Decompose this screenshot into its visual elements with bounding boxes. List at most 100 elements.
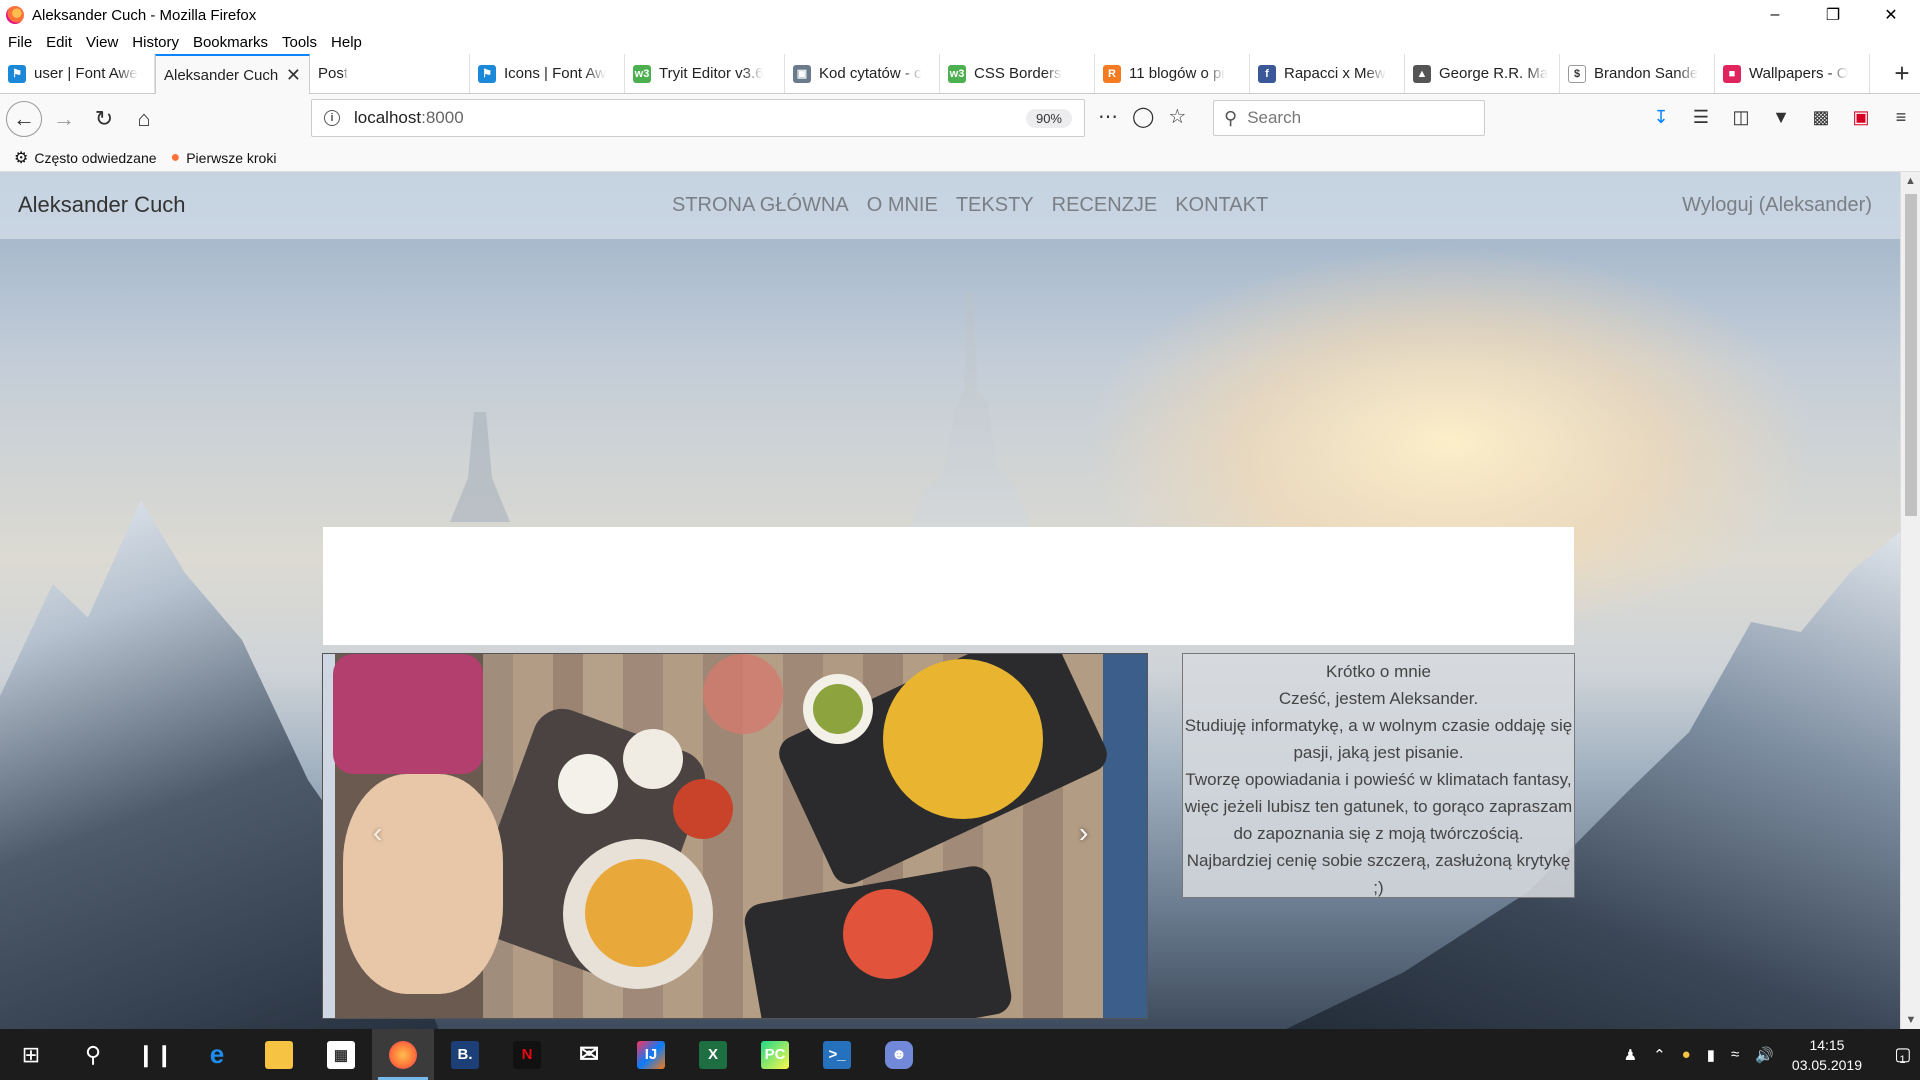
- tab[interactable]: $ Brandon Sande: [1560, 54, 1715, 93]
- search-taskbar-icon[interactable]: ⚲: [62, 1029, 124, 1080]
- intellij-icon[interactable]: IJ: [620, 1029, 682, 1080]
- image-carousel[interactable]: ‹ ›: [322, 653, 1148, 1019]
- people-icon[interactable]: ♟: [1624, 1046, 1637, 1064]
- nav-link-about[interactable]: O MNIE: [867, 194, 938, 217]
- bookmark-getting-started[interactable]: ● Pierwsze kroki: [171, 149, 277, 167]
- sidebar-icon[interactable]: ◫: [1728, 104, 1754, 130]
- library-icon[interactable]: ☰: [1688, 104, 1714, 130]
- mail-icon[interactable]: ✉: [558, 1029, 620, 1080]
- zoom-indicator[interactable]: 90%: [1025, 109, 1072, 128]
- scroll-up-icon[interactable]: ▲: [1901, 172, 1920, 190]
- page-icon: ▣: [793, 64, 811, 83]
- tab-label: Wallpapers - O: [1749, 65, 1849, 82]
- minimize-button[interactable]: –: [1746, 0, 1804, 30]
- tab[interactable]: ▲ George R.R. Ma: [1405, 54, 1560, 93]
- forward-button[interactable]: →: [46, 101, 82, 137]
- tab-active[interactable]: Aleksander Cuch ✕: [155, 54, 310, 94]
- menu-help[interactable]: Help: [331, 34, 362, 51]
- carousel-prev-icon[interactable]: ‹: [373, 817, 382, 849]
- scrollbar-thumb[interactable]: [1905, 194, 1917, 516]
- page-actions-icon[interactable]: ⋯: [1098, 104, 1118, 129]
- powershell-icon[interactable]: >_: [806, 1029, 868, 1080]
- scroll-down-icon[interactable]: ▼: [1901, 1011, 1920, 1029]
- booking-icon[interactable]: B.: [434, 1029, 496, 1080]
- pycharm-icon[interactable]: PC: [744, 1029, 806, 1080]
- reload-button[interactable]: ↻: [86, 101, 122, 137]
- page-scrollbar[interactable]: ▲ ▼: [1900, 172, 1920, 1029]
- menu-file[interactable]: File: [8, 34, 32, 51]
- nav-link-reviews[interactable]: RECENZJE: [1052, 194, 1158, 217]
- new-tab-button[interactable]: +: [1884, 54, 1920, 93]
- bookmark-most-visited[interactable]: ⚙ Często odwiedzane: [14, 148, 157, 168]
- pocket-icon[interactable]: ◯: [1132, 104, 1154, 129]
- logout-link[interactable]: Wyloguj (Aleksander): [1682, 194, 1872, 217]
- tab[interactable]: w3 CSS Borders: [940, 54, 1095, 93]
- home-button[interactable]: ⌂: [126, 101, 162, 137]
- gear-icon: ⚙: [14, 149, 29, 167]
- edge-icon[interactable]: e: [186, 1029, 248, 1080]
- person-arm: [343, 774, 503, 994]
- show-hidden-icons-icon[interactable]: ⌃: [1653, 1046, 1666, 1064]
- nav-link-home[interactable]: STRONA GŁÓWNA: [672, 194, 849, 217]
- search-icon: ⚲: [1224, 107, 1238, 128]
- hamburger-menu-icon[interactable]: ≡: [1888, 104, 1914, 130]
- search-placeholder: Search: [1247, 108, 1302, 127]
- menu-view[interactable]: View: [86, 34, 118, 51]
- store-icon[interactable]: ▦: [310, 1029, 372, 1080]
- discord-icon[interactable]: ☻: [868, 1029, 930, 1080]
- wifi-icon[interactable]: ≈: [1731, 1046, 1739, 1063]
- tab[interactable]: Post: [310, 54, 470, 93]
- nav-link-texts[interactable]: TEKSTY: [956, 194, 1034, 217]
- close-window-button[interactable]: ✕: [1862, 0, 1920, 30]
- tab[interactable]: ■ Wallpapers - O: [1715, 54, 1870, 93]
- site-info-icon[interactable]: i: [324, 110, 340, 126]
- pocket-extension-icon[interactable]: ▣: [1848, 104, 1874, 130]
- task-view-icon[interactable]: ❙❙: [124, 1029, 186, 1080]
- tray-app-icon[interactable]: ●: [1682, 1046, 1691, 1063]
- w3schools-icon: w3: [948, 64, 966, 83]
- menu-tools[interactable]: Tools: [282, 34, 317, 51]
- close-tab-icon[interactable]: ✕: [286, 65, 301, 86]
- url-text[interactable]: localhost:8000: [354, 108, 464, 128]
- back-button[interactable]: ←: [6, 101, 42, 137]
- tab-label: user | Font Awe: [34, 65, 138, 82]
- restore-button[interactable]: ❐: [1804, 0, 1862, 30]
- tab[interactable]: f Rapacci x Mew: [1250, 54, 1405, 93]
- blog-icon: R: [1103, 64, 1121, 83]
- background-castle: [905, 292, 1035, 542]
- tab[interactable]: R 11 blogów o pi: [1095, 54, 1250, 93]
- vue-devtools-icon[interactable]: ▼: [1768, 104, 1794, 130]
- tab-label: Icons | Font Aw: [504, 65, 607, 82]
- carousel-next-icon[interactable]: ›: [1079, 817, 1088, 849]
- tab-label: CSS Borders: [974, 65, 1062, 82]
- window-title: Aleksander Cuch - Mozilla Firefox: [32, 6, 257, 24]
- start-button[interactable]: ⊞: [0, 1029, 62, 1080]
- fries: [585, 859, 693, 967]
- tab[interactable]: ⚑ Icons | Font Aw: [470, 54, 625, 93]
- file-explorer-icon[interactable]: [248, 1029, 310, 1080]
- tab-label: Aleksander Cuch: [164, 66, 279, 84]
- tab-label: Tryit Editor v3.6: [659, 65, 764, 82]
- tab-label: Kod cytatów - c: [819, 65, 922, 82]
- battery-icon[interactable]: ▮: [1707, 1046, 1715, 1064]
- tab-bar: ⚑ user | Font Awe Aleksander Cuch ✕ Post…: [0, 54, 1920, 94]
- search-input[interactable]: ⚲ Search: [1213, 100, 1485, 136]
- tab[interactable]: w3 Tryit Editor v3.6: [625, 54, 785, 93]
- tab[interactable]: ▣ Kod cytatów - c: [785, 54, 940, 93]
- downloads-icon[interactable]: ↧: [1648, 104, 1674, 130]
- firefox-taskbar-icon[interactable]: [372, 1029, 434, 1080]
- netflix-icon[interactable]: N: [496, 1029, 558, 1080]
- menu-bookmarks[interactable]: Bookmarks: [193, 34, 268, 51]
- excel-icon[interactable]: X: [682, 1029, 744, 1080]
- notifications-button[interactable]: ▢ 1: [1880, 1029, 1920, 1080]
- bookmark-star-icon[interactable]: ☆: [1168, 104, 1186, 129]
- menu-edit[interactable]: Edit: [46, 34, 72, 51]
- menu-history[interactable]: History: [132, 34, 179, 51]
- selenium-icon[interactable]: ▩: [1808, 104, 1834, 130]
- site-brand[interactable]: Aleksander Cuch: [18, 192, 186, 218]
- url-bar[interactable]: i localhost:8000 90%: [311, 99, 1085, 137]
- tab[interactable]: ⚑ user | Font Awe: [0, 54, 155, 93]
- nav-link-contact[interactable]: KONTAKT: [1175, 194, 1268, 217]
- volume-icon[interactable]: 🔊: [1755, 1046, 1774, 1064]
- system-clock[interactable]: 14:15 03.05.2019: [1792, 1035, 1862, 1075]
